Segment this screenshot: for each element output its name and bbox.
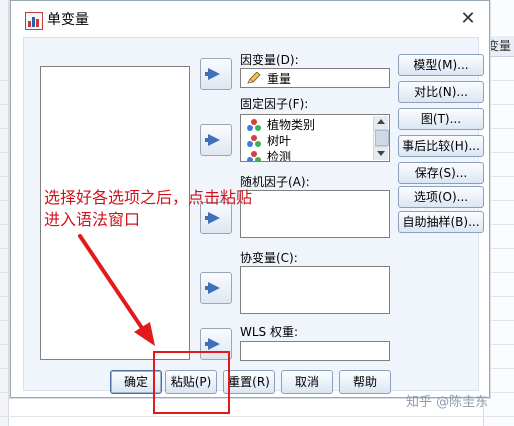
help-button[interactable]: 帮助 <box>339 370 391 394</box>
contrasts-button[interactable]: 对比(N)... <box>398 81 484 103</box>
scroll-thumb[interactable] <box>375 130 389 146</box>
paste-highlight-box <box>153 351 230 414</box>
move-to-fixed-factors-button[interactable] <box>200 124 232 156</box>
nominal-variable-icon <box>247 151 261 161</box>
scroll-down-button[interactable] <box>374 146 388 160</box>
annotation-text: 选择好各选项之后，点击粘贴 进入语法窗口 <box>44 187 252 231</box>
bootstrap-button[interactable]: 自助抽样(B)... <box>398 211 484 233</box>
fixed-factors-label: 固定因子(F): <box>240 97 309 111</box>
dependent-field[interactable]: 重量 <box>240 68 390 88</box>
fixed-factors-list[interactable]: 植物类别 树叶 检测 <box>240 114 390 162</box>
wls-weight-field[interactable] <box>240 341 390 361</box>
random-factors-list[interactable] <box>240 190 390 238</box>
close-icon[interactable]: ✕ <box>457 8 479 30</box>
spss-chart-icon <box>25 12 43 30</box>
arrow-right-icon <box>208 68 220 80</box>
annotation-line-1: 选择好各选项之后，点击粘贴 <box>44 188 253 207</box>
arrow-right-icon <box>208 282 220 294</box>
fixed-factors-scrollbar[interactable] <box>373 116 389 160</box>
move-to-dependent-button[interactable] <box>200 58 232 90</box>
post-hoc-button[interactable]: 事后比较(H)... <box>398 135 484 157</box>
wls-weight-label: WLS 权重: <box>240 325 299 339</box>
watermark: 知乎 @陈圭东 <box>406 395 489 410</box>
annotation-line-2: 进入语法窗口 <box>44 210 141 229</box>
reset-button[interactable]: 重置(R) <box>223 370 275 394</box>
grid-line <box>0 416 514 417</box>
cancel-button[interactable]: 取消 <box>281 370 333 394</box>
options-button[interactable]: 选项(O)... <box>398 186 484 208</box>
move-to-covariates-button[interactable] <box>200 272 232 304</box>
dialog-title: 单变量 <box>47 12 89 28</box>
chevron-down-icon <box>377 151 385 156</box>
model-button[interactable]: 模型(M)... <box>398 54 484 76</box>
dependent-value: 重量 <box>267 72 292 86</box>
save-button[interactable]: 保存(S)... <box>398 162 484 184</box>
chevron-up-icon <box>377 119 385 124</box>
covariates-label: 协变量(C): <box>240 251 298 265</box>
row-header-column <box>0 0 9 426</box>
covariates-list[interactable] <box>240 266 390 314</box>
nominal-variable-icon <box>247 135 261 147</box>
pencil-icon <box>247 72 261 84</box>
plots-button[interactable]: 图(T)... <box>398 108 484 130</box>
dependent-label: 因变量(D): <box>240 53 299 67</box>
title-bar[interactable]: 单变量 ✕ <box>11 1 489 37</box>
arrow-right-icon <box>208 338 220 350</box>
scroll-up-button[interactable] <box>374 116 388 130</box>
nominal-variable-icon <box>247 119 261 131</box>
arrow-right-icon <box>208 134 220 146</box>
